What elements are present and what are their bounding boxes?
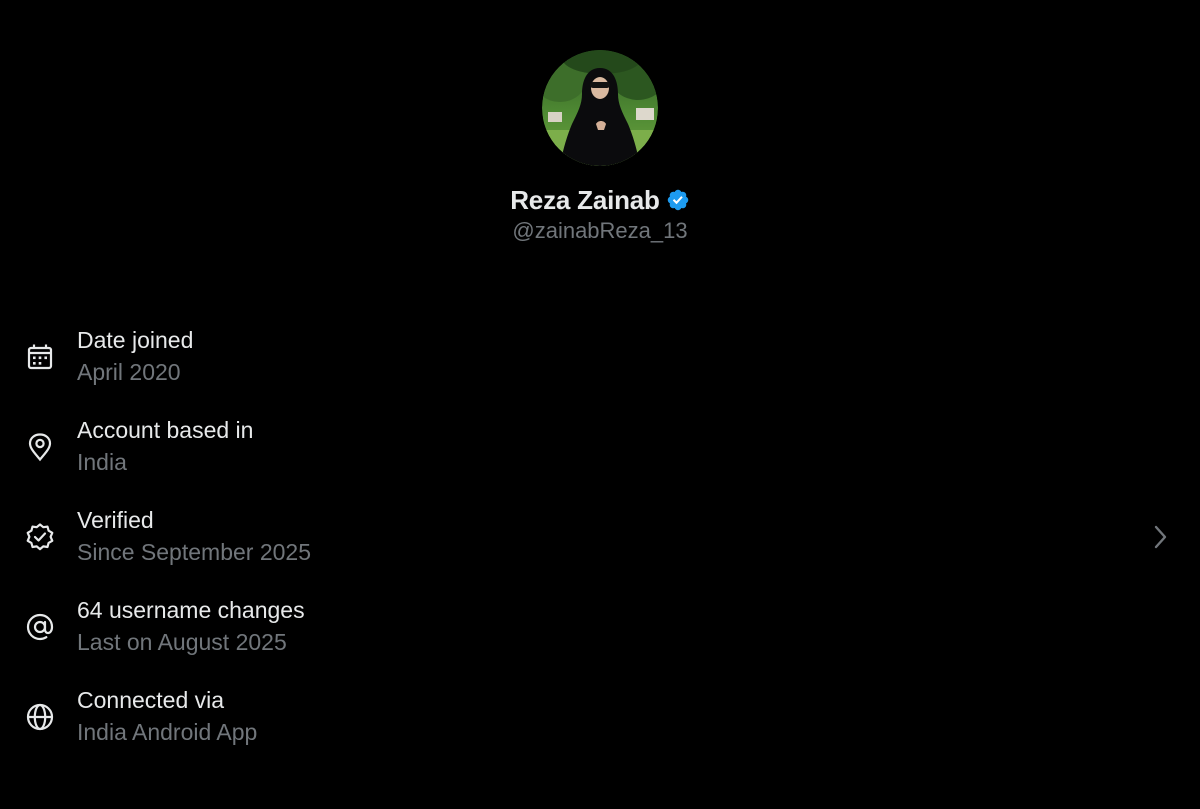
name-row: Reza Zainab <box>510 184 690 216</box>
info-subtitle: April 2020 <box>77 359 181 385</box>
info-title: Date joined <box>77 327 194 353</box>
info-title: Account based in <box>77 417 254 443</box>
info-title: 64 username changes <box>77 597 305 623</box>
at-sign-icon <box>24 611 56 643</box>
chevron-right-icon[interactable] <box>1148 522 1172 552</box>
avatar[interactable] <box>542 50 658 166</box>
info-subtitle: India Android App <box>77 719 258 745</box>
info-title: Verified <box>77 507 154 533</box>
info-subtitle: Last on August 2025 <box>77 629 287 655</box>
account-info-list: Date joined April 2020 Account based in … <box>0 322 1200 772</box>
info-row-date-joined: Date joined April 2020 <box>0 322 1200 412</box>
info-row-verified[interactable]: Verified Since September 2025 <box>0 502 1200 592</box>
verified-seal-icon <box>24 521 56 553</box>
globe-icon <box>24 701 56 733</box>
display-name: Reza Zainab <box>510 184 660 215</box>
info-subtitle: Since September 2025 <box>77 539 311 565</box>
calendar-icon <box>24 341 56 373</box>
info-title: Connected via <box>77 687 225 713</box>
profile-header: Reza Zainab @zainabReza_13 <box>0 50 1200 244</box>
location-pin-icon <box>24 431 56 463</box>
username-handle: @zainabReza_13 <box>512 218 688 243</box>
verified-badge-icon[interactable] <box>666 188 690 212</box>
info-row-username-changes: 64 username changes Last on August 2025 <box>0 592 1200 682</box>
info-row-connected-via: Connected via India Android App <box>0 682 1200 772</box>
info-row-account-based-in: Account based in India <box>0 412 1200 502</box>
info-subtitle: India <box>77 449 127 475</box>
